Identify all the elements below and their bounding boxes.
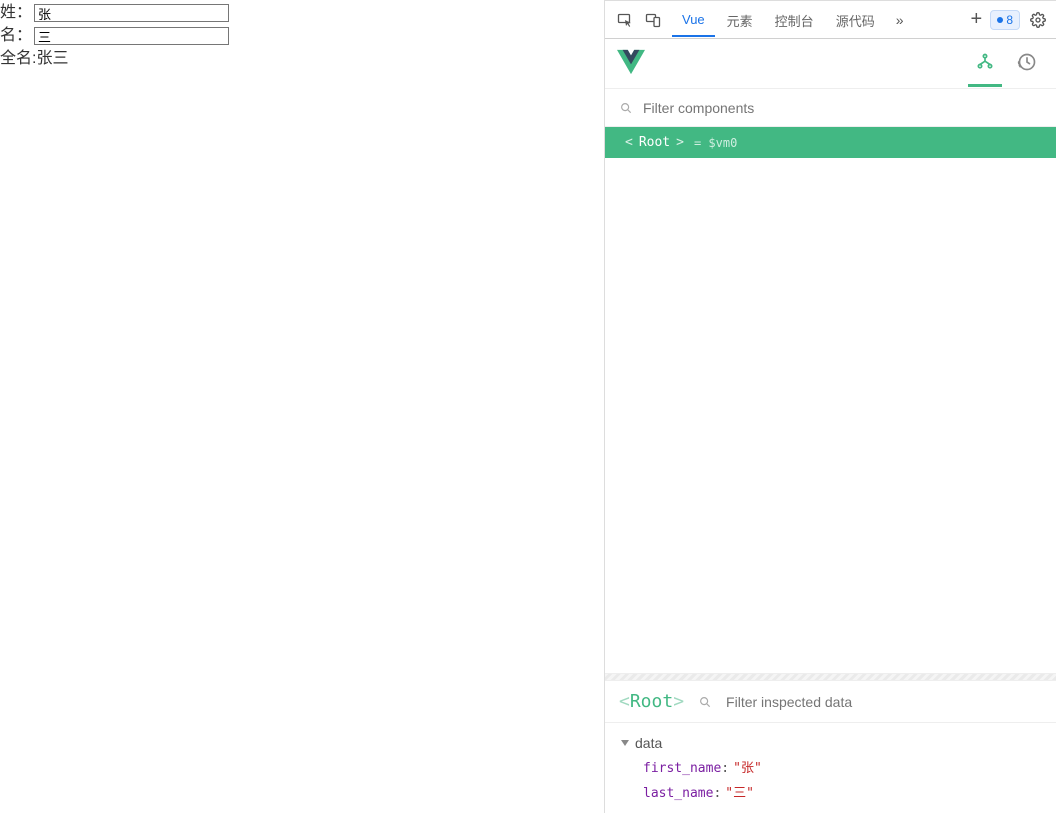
timeline-view-icon[interactable]	[1010, 41, 1044, 87]
data-section-title: data	[635, 735, 662, 751]
data-value: "张"	[733, 761, 762, 776]
issues-badge[interactable]: 8	[990, 10, 1020, 30]
form-row-lastname: 姓：	[0, 2, 604, 24]
label-firstname: 名：	[0, 25, 32, 47]
data-item[interactable]: first_name:"张"	[643, 757, 1040, 776]
components-view-icon[interactable]	[968, 41, 1002, 87]
filter-data-input[interactable]	[726, 694, 1042, 710]
fullname-row: 全名: 张三	[0, 48, 604, 70]
vue-toolbar	[605, 39, 1056, 89]
search-icon	[698, 695, 712, 709]
value-fullname: 张三	[36, 48, 68, 70]
inspect-element-icon[interactable]	[611, 6, 639, 34]
data-key: last_name	[643, 786, 713, 801]
search-icon	[619, 101, 633, 115]
tab-elements[interactable]: 元素	[717, 2, 763, 38]
inspect-header: <Root>	[605, 681, 1056, 723]
angle-open-icon: <	[625, 135, 633, 150]
tab-vue[interactable]: Vue	[672, 3, 715, 37]
filter-components-bar	[605, 89, 1056, 127]
more-tabs-icon[interactable]: »	[886, 6, 914, 34]
component-tree[interactable]: < Root > = $vm0	[605, 127, 1056, 673]
data-section-toggle[interactable]: data	[621, 735, 1040, 751]
panel-divider[interactable]	[605, 673, 1056, 681]
input-firstname[interactable]	[34, 27, 229, 45]
tree-root-var: = $vm0	[694, 136, 737, 150]
tab-console[interactable]: 控制台	[765, 2, 824, 38]
settings-gear-icon[interactable]	[1026, 12, 1050, 28]
tab-sources[interactable]: 源代码	[826, 2, 885, 38]
angle-close-icon: >	[676, 135, 684, 150]
tree-root-label: Root	[639, 135, 670, 150]
chevron-down-icon	[621, 740, 629, 746]
form-row-firstname: 名：	[0, 25, 604, 47]
data-item[interactable]: last_name:"三"	[643, 782, 1040, 801]
data-key: first_name	[643, 761, 721, 776]
tree-item-root[interactable]: < Root > = $vm0	[605, 127, 1056, 158]
badge-count: 8	[1006, 13, 1013, 27]
rendered-page: 姓： 名： 全名: 张三	[0, 0, 605, 813]
label-fullname: 全名:	[0, 48, 36, 70]
filter-components-input[interactable]	[643, 100, 1042, 116]
devtools-pane: Vue 元素 控制台 源代码 » + 8	[605, 0, 1056, 813]
input-lastname[interactable]	[34, 4, 229, 22]
device-toggle-icon[interactable]	[639, 6, 667, 34]
vue-logo-icon	[617, 48, 645, 79]
data-value: "三"	[725, 786, 754, 801]
label-lastname: 姓：	[0, 2, 32, 24]
badge-dot-icon	[997, 17, 1003, 23]
inspect-root-label: <Root>	[619, 691, 684, 712]
new-tab-icon[interactable]: +	[962, 6, 990, 34]
devtools-tab-bar: Vue 元素 控制台 源代码 » + 8	[605, 1, 1056, 39]
data-panel: data first_name:"张" last_name:"三"	[605, 723, 1056, 813]
